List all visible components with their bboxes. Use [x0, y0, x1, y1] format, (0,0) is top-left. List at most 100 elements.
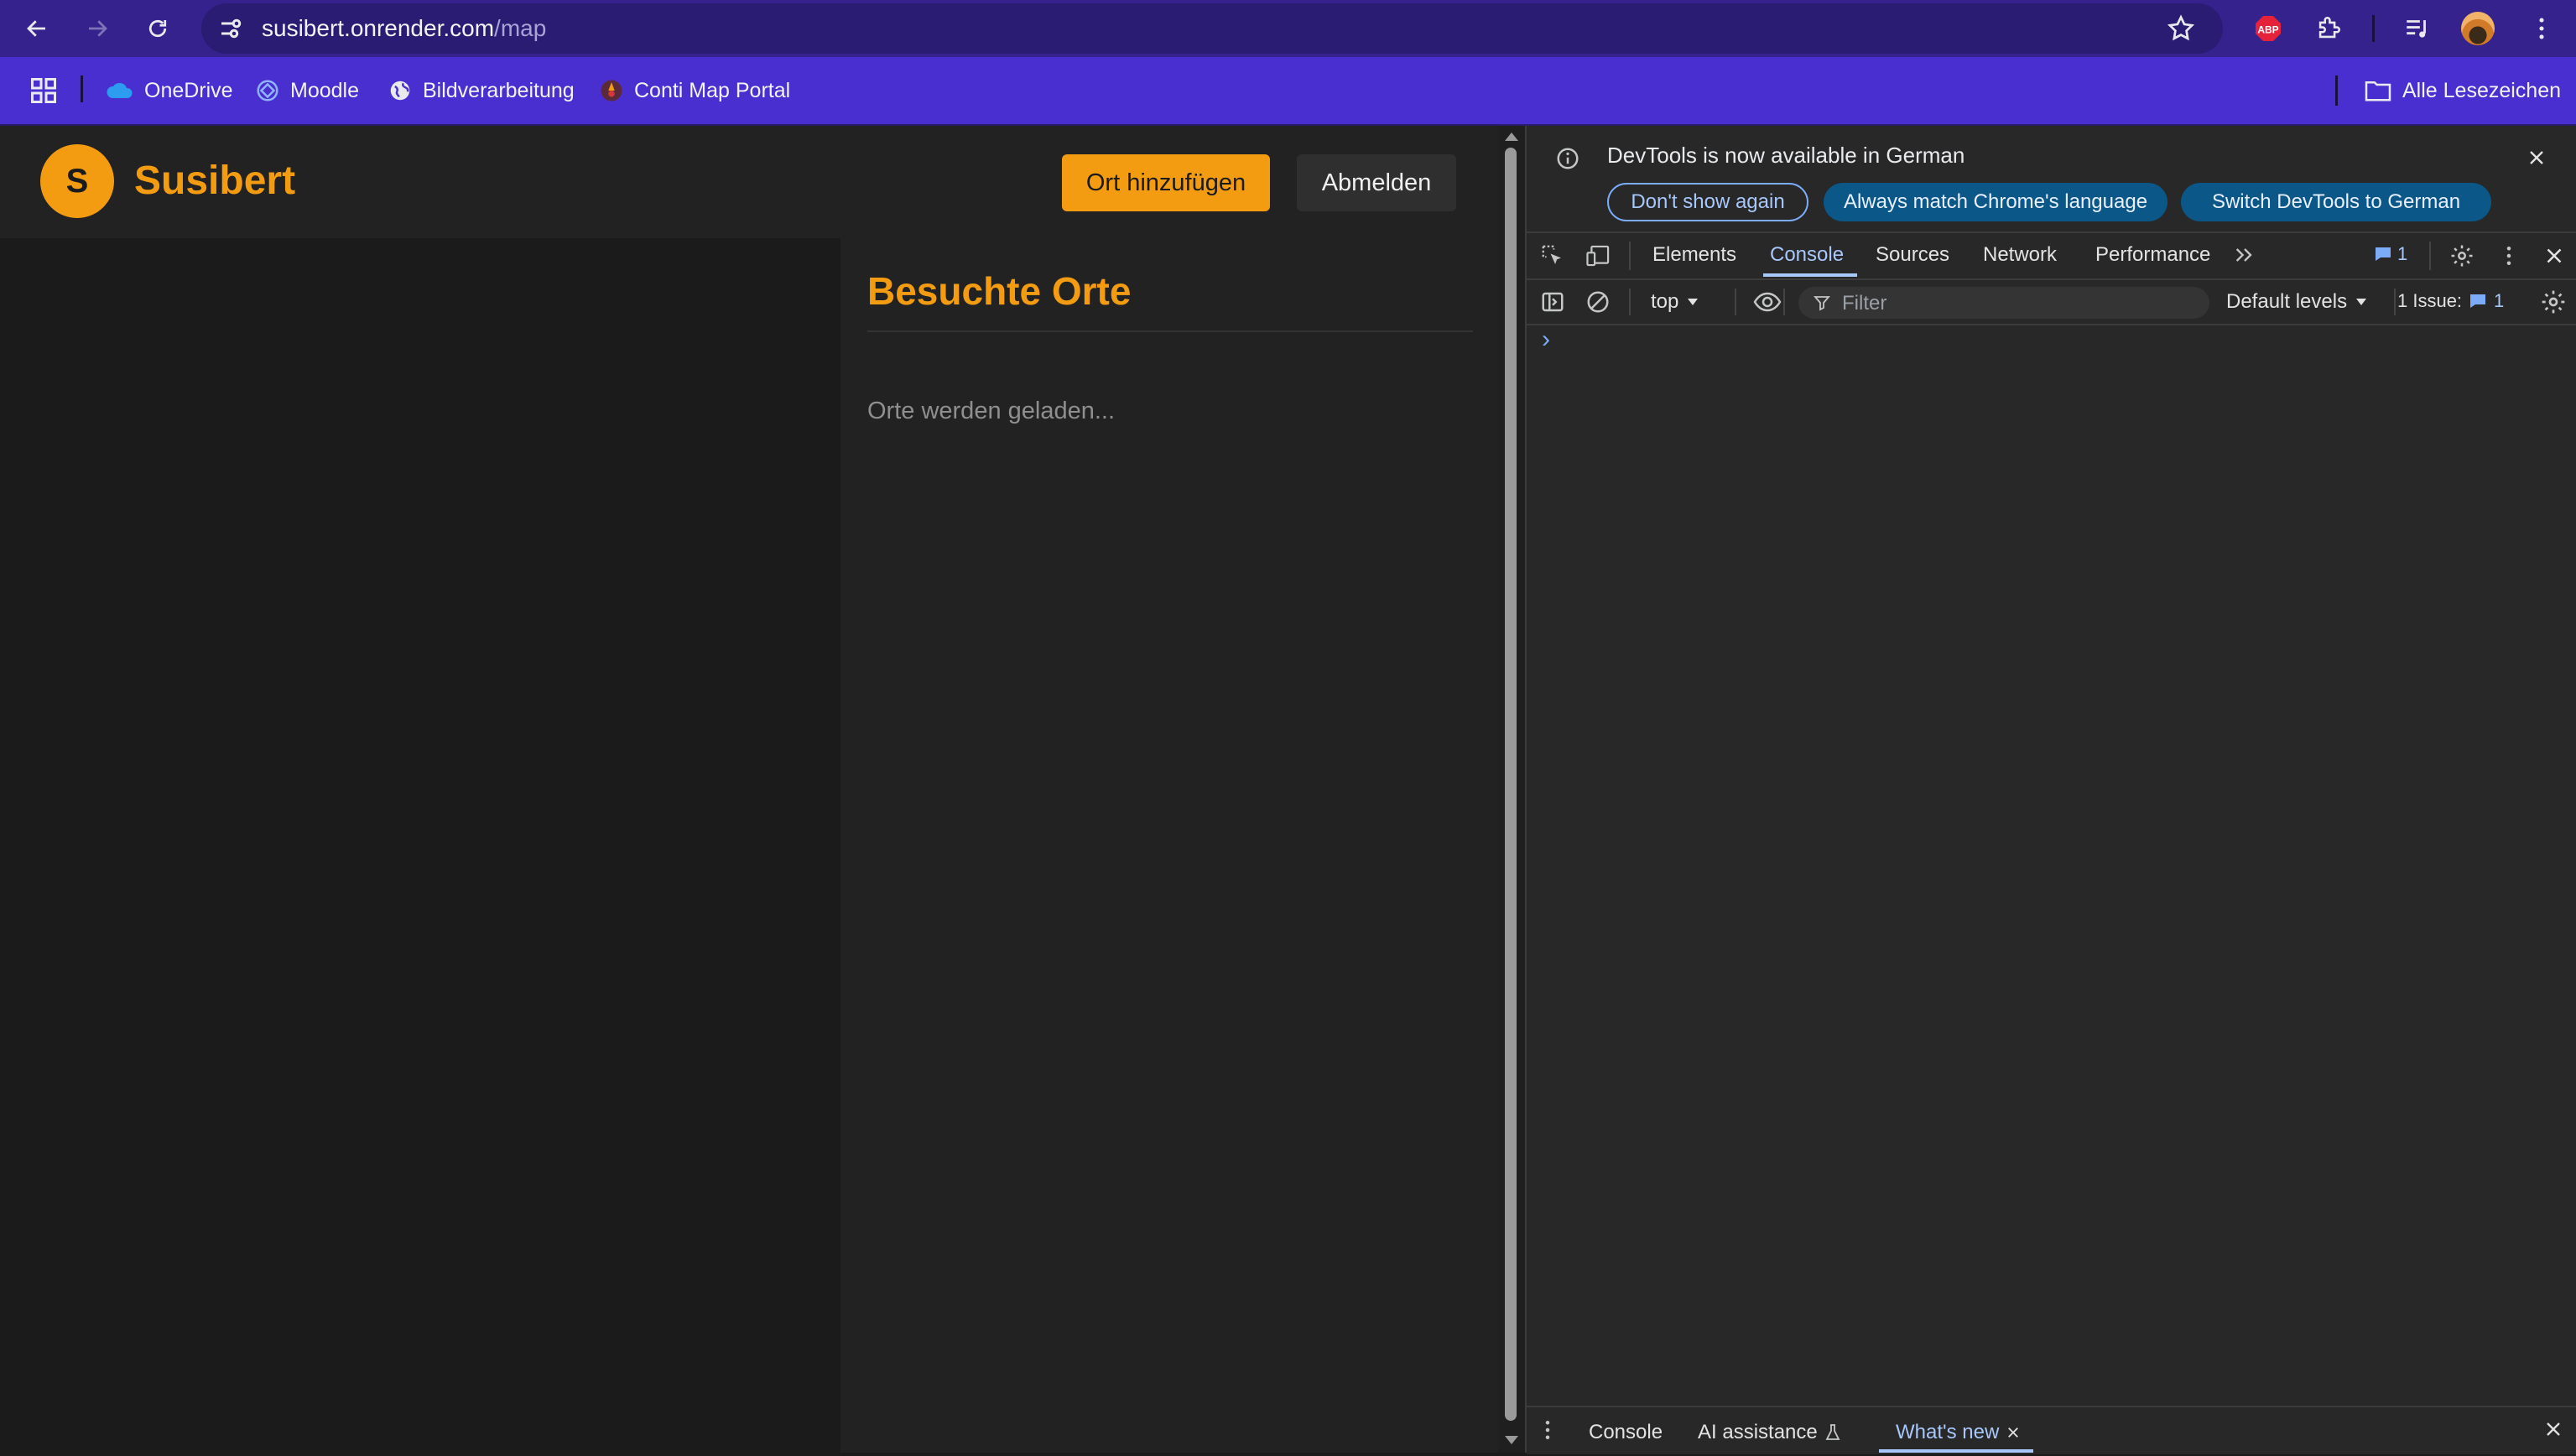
url-path: /map: [494, 15, 547, 41]
browser-menu-icon[interactable]: [2525, 12, 2558, 45]
bookmark-label: OneDrive: [144, 78, 233, 102]
bookmark-label: Conti Map Portal: [634, 78, 791, 102]
clear-console-icon[interactable]: [1585, 289, 1611, 315]
dropdown-arrow-icon: [2355, 298, 2367, 306]
scroll-up-icon[interactable]: [1503, 131, 1520, 143]
info-icon: [1555, 146, 1580, 171]
profile-avatar-icon[interactable]: [2461, 12, 2495, 45]
infobar-message: DevTools is now available in German: [1607, 143, 1965, 168]
map-area[interactable]: [0, 238, 840, 1453]
conti-map-icon: [599, 78, 624, 103]
toolbar-separator: [1783, 289, 1785, 315]
toolbar-divider: [2372, 15, 2375, 42]
bookmark-bildverarbeitung[interactable]: Bildverarbeitung: [388, 74, 575, 107]
inspect-element-icon[interactable]: [1540, 243, 1565, 268]
drawer-tab-ai-assistance[interactable]: AI assistance: [1698, 1421, 1841, 1444]
folder-icon: [2364, 79, 2392, 102]
active-tab-indicator: [1763, 273, 1857, 277]
reload-icon[interactable]: [141, 12, 174, 45]
issue-icon: [2469, 293, 2487, 309]
bookmark-conti-map-portal[interactable]: Conti Map Portal: [599, 74, 790, 107]
brand-name: Susibert: [134, 159, 296, 203]
context-selector[interactable]: top: [1651, 290, 1699, 314]
drawer-tab-whats-new[interactable]: What's new: [1896, 1421, 2021, 1444]
infobar-close-icon[interactable]: [2525, 146, 2548, 169]
devtools-menu-icon[interactable]: [2496, 243, 2521, 268]
context-value: top: [1651, 290, 1679, 313]
bookmark-label: Moodle: [290, 78, 359, 102]
active-drawer-tab-indicator: [1879, 1449, 2033, 1453]
dont-show-again-button[interactable]: Don't show again: [1607, 183, 1808, 221]
live-expression-eye-icon[interactable]: [1753, 289, 1782, 315]
url-text[interactable]: susibert.onrender.com/map: [262, 15, 546, 42]
switch-to-german-button[interactable]: Switch DevTools to German: [2181, 183, 2491, 221]
console-filter-input[interactable]: Filter: [1798, 287, 2209, 319]
devtools-panel: DevTools is now available in German Don'…: [1525, 126, 2576, 1454]
toolbar-separator: [2394, 289, 2396, 315]
all-bookmarks-button[interactable]: Alle Lesezeichen: [2364, 74, 2561, 107]
media-control-icon[interactable]: [2401, 12, 2434, 45]
device-toolbar-icon[interactable]: [1585, 243, 1612, 268]
logo[interactable]: S: [40, 144, 114, 218]
close-tab-icon[interactable]: [2006, 1425, 2021, 1440]
bookmark-moodle[interactable]: Moodle: [255, 74, 359, 107]
drawer-tab-console[interactable]: Console: [1589, 1421, 1663, 1444]
panel-title: Besuchte Orte: [867, 269, 1132, 313]
close-drawer-icon[interactable]: [2542, 1417, 2565, 1441]
match-chrome-language-button[interactable]: Always match Chrome's language: [1824, 183, 2167, 221]
visited-places-panel: Besuchte Orte Orte werden geladen...: [840, 238, 1498, 1453]
add-place-button[interactable]: Ort hinzufügen: [1062, 154, 1270, 211]
moodle-icon: [255, 78, 280, 103]
address-bar[interactable]: susibert.onrender.com/map: [201, 3, 2223, 54]
log-levels-dropdown[interactable]: Default levels: [2226, 290, 2367, 314]
web-page: S Susibert Ort hinzufügen Abmelden Besuc…: [0, 126, 1498, 1453]
logout-button[interactable]: Abmelden: [1297, 154, 1456, 211]
panel-divider: [867, 330, 1473, 332]
console-toolbar: top Filter Default levels 1 Issue: 1: [1527, 280, 2576, 325]
extensions-icon[interactable]: [2312, 12, 2345, 45]
adblock-plus-icon[interactable]: ABP: [2251, 12, 2285, 45]
site-info-icon[interactable]: [216, 13, 247, 44]
message-icon: [2374, 246, 2392, 263]
issues-counter[interactable]: 1 Issue: 1: [2397, 290, 2504, 312]
tab-elements[interactable]: Elements: [1652, 243, 1736, 267]
close-devtools-icon[interactable]: [2542, 243, 2567, 268]
toolbar-separator: [1629, 289, 1631, 315]
page-scrollbar[interactable]: [1498, 126, 1525, 1453]
all-bookmarks-label: Alle Lesezeichen: [2402, 78, 2562, 102]
bookmarks-divider: [81, 75, 83, 102]
messages-counter[interactable]: 1: [2374, 243, 2407, 265]
filter-placeholder: Filter: [1842, 292, 1887, 315]
console-settings-icon[interactable]: [2540, 289, 2567, 315]
tab-sources[interactable]: Sources: [1876, 243, 1949, 267]
loading-message: Orte werden geladen...: [867, 398, 1116, 424]
apps-grid-icon[interactable]: [29, 75, 59, 106]
onedrive-cloud-icon: [106, 81, 134, 100]
tab-performance[interactable]: Performance: [2095, 243, 2210, 267]
forward-icon[interactable]: [81, 12, 114, 45]
more-tabs-icon[interactable]: [2233, 245, 2256, 265]
settings-gear-icon[interactable]: [2449, 243, 2475, 268]
levels-value: Default levels: [2226, 290, 2348, 313]
globe-icon: [388, 78, 413, 103]
bookmark-onedrive[interactable]: OneDrive: [106, 74, 233, 107]
scroll-down-icon[interactable]: [1503, 1434, 1520, 1446]
sidebar-toggle-icon[interactable]: [1540, 289, 1565, 315]
bookmarks-bar: [0, 57, 2576, 126]
app-header: S Susibert Ort hinzufügen Abmelden: [0, 126, 1498, 238]
issues-count: 1: [2494, 290, 2505, 311]
tab-network[interactable]: Network: [1983, 243, 2057, 267]
flask-icon: [1824, 1423, 1841, 1442]
drawer-menu-icon[interactable]: [1535, 1417, 1560, 1443]
console-output-area[interactable]: [1527, 324, 2576, 1404]
message-count: 1: [2397, 243, 2408, 264]
toolbar-separator: [1629, 242, 1631, 270]
back-icon[interactable]: [20, 12, 54, 45]
page-scrollbar-thumb[interactable]: [1505, 148, 1517, 1421]
adblock-badge: ABP: [2257, 23, 2278, 35]
bookmark-star-icon[interactable]: [2166, 13, 2196, 44]
filter-funnel-icon: [1814, 294, 1830, 311]
devtools-drawer-bar: Console AI assistance What's new: [1527, 1406, 2576, 1454]
tab-console[interactable]: Console: [1770, 243, 1844, 267]
devtools-tab-bar: Elements Console Sources Network Perform…: [1527, 233, 2576, 280]
